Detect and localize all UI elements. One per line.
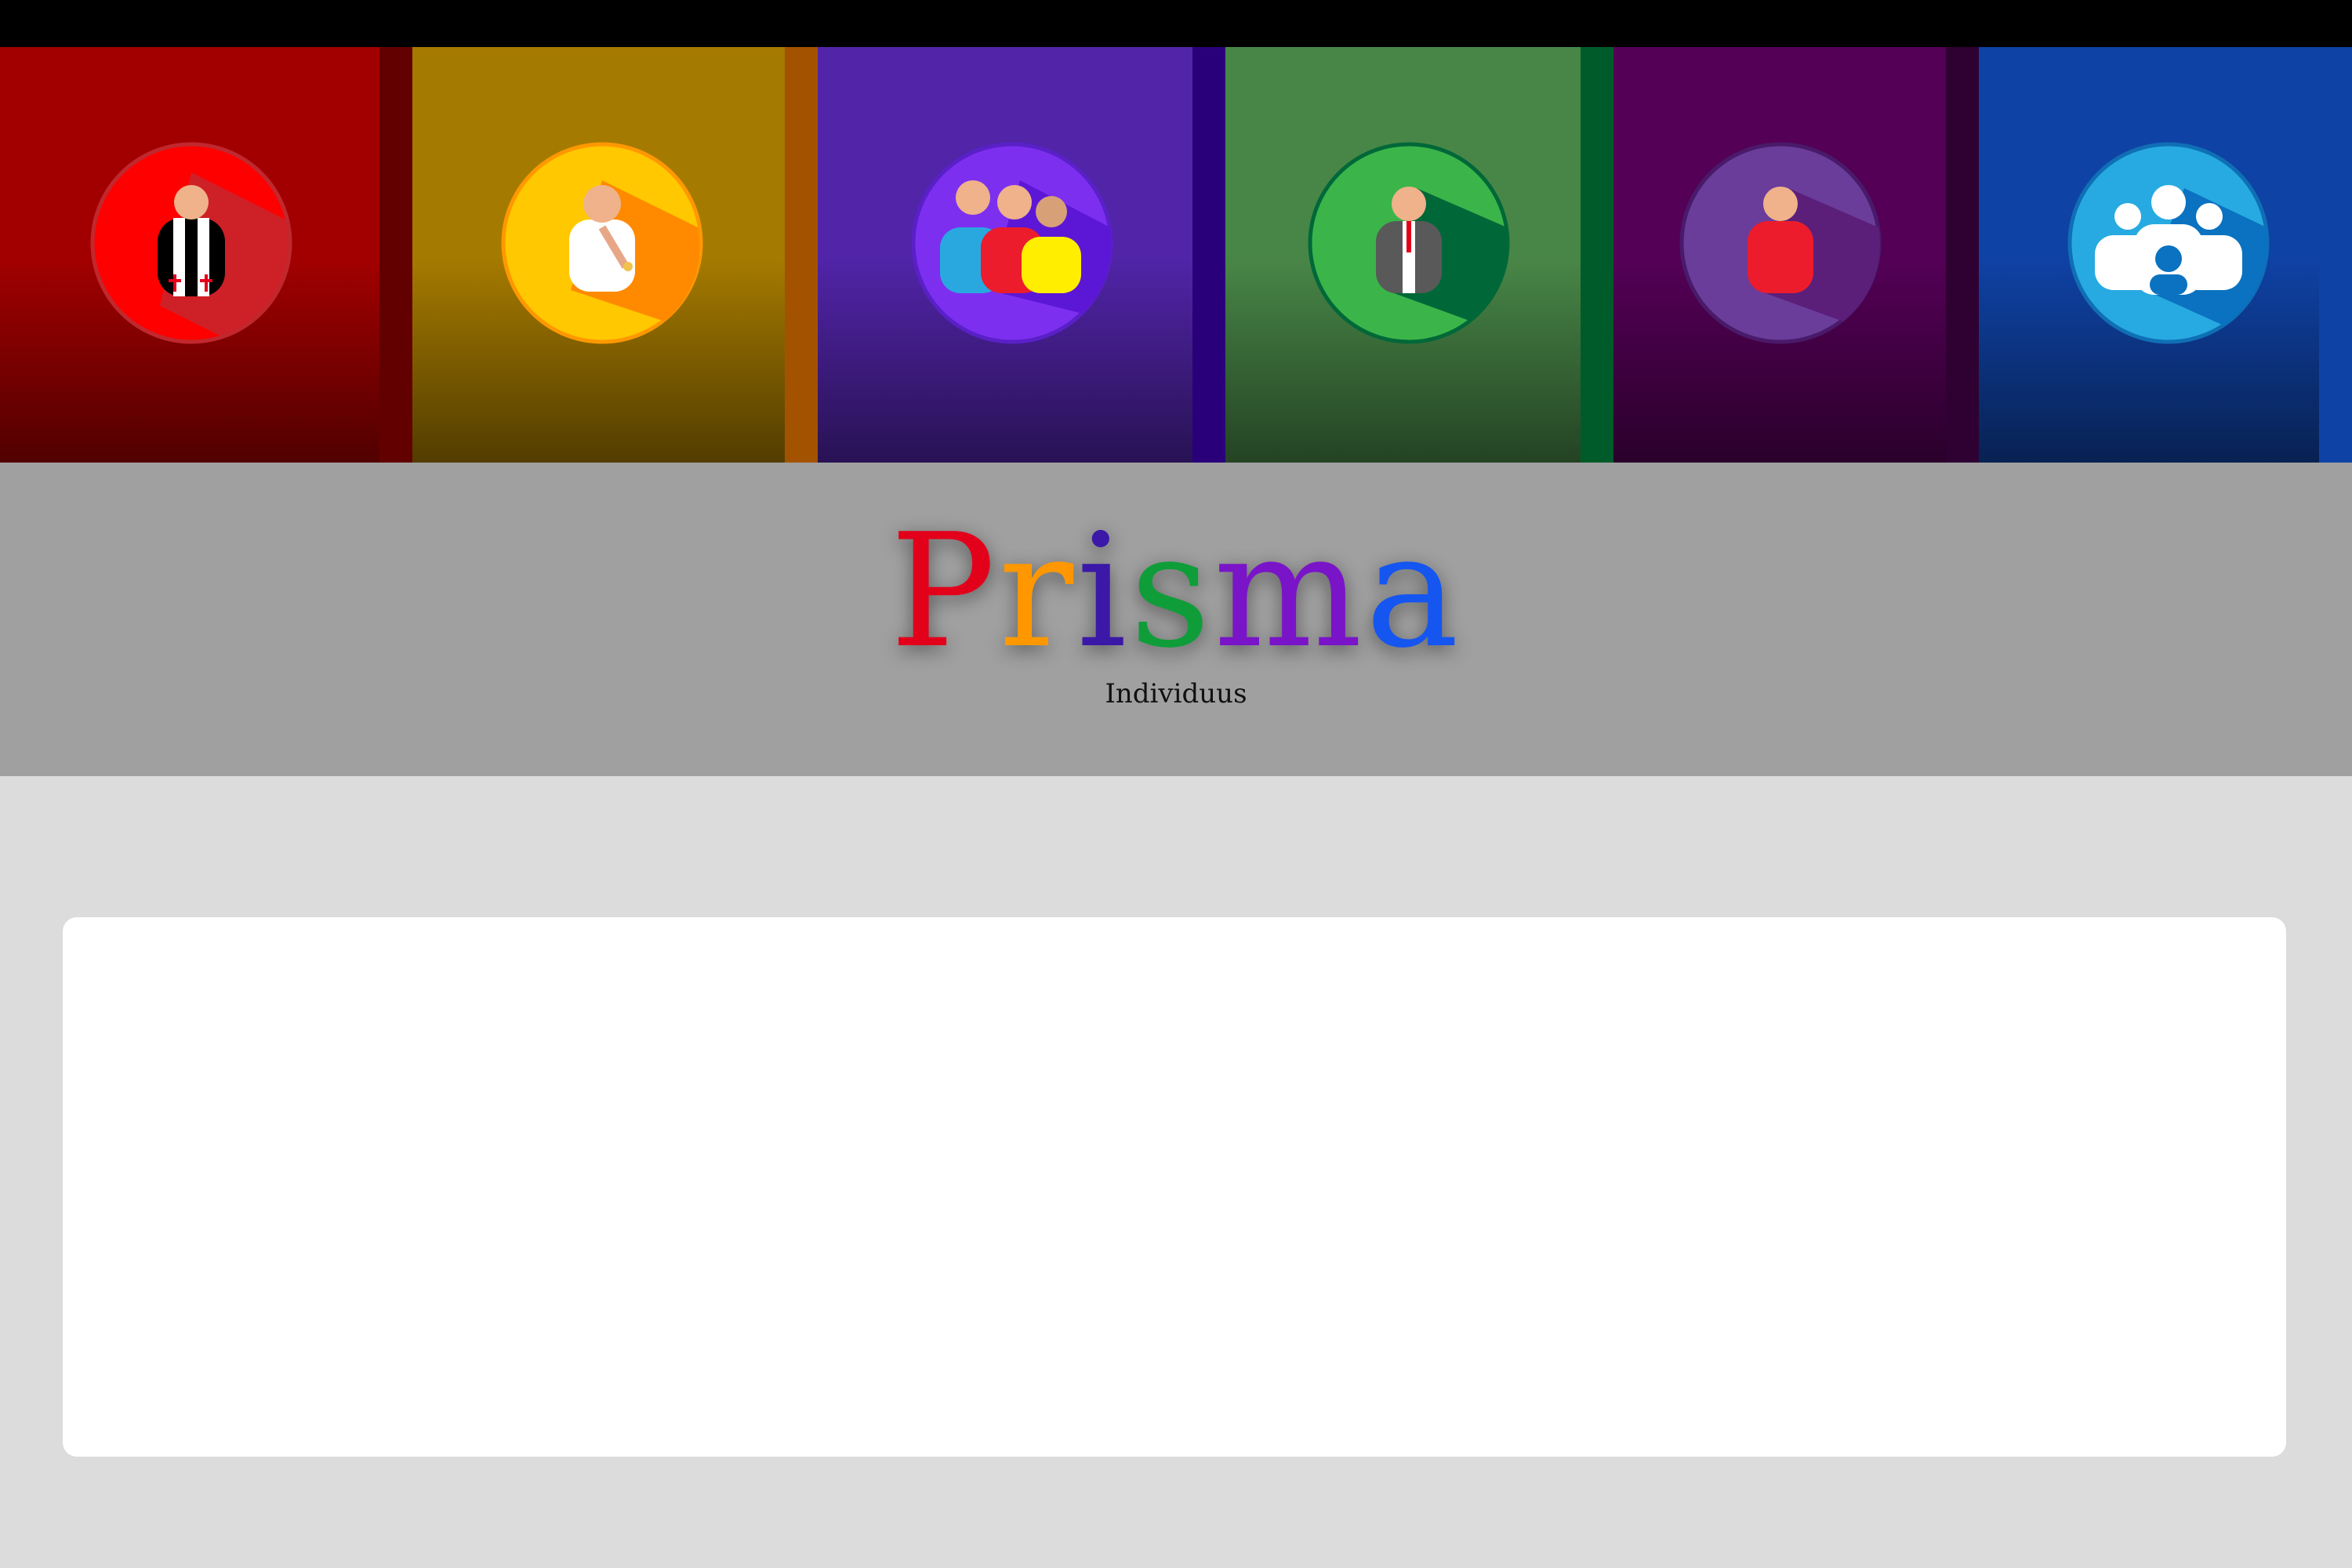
tile-baby[interactable] — [412, 47, 818, 463]
category-strip — [0, 47, 2352, 463]
person-icon — [1679, 142, 1882, 344]
app-title-letter: r — [998, 500, 1077, 683]
tile-person[interactable] — [1613, 47, 1979, 463]
app-title-letter: i — [1076, 500, 1131, 683]
tile-clergy[interactable] — [0, 47, 412, 463]
tile-edge — [379, 47, 412, 463]
baby-icon — [501, 142, 703, 344]
app-title-letter: m — [1213, 500, 1366, 683]
tile-edge — [785, 47, 818, 463]
clergy-person-icon — [90, 142, 292, 344]
top-bar — [0, 0, 2352, 47]
header-section: Prisma Individuus — [0, 463, 2352, 776]
tile-edge — [1946, 47, 1979, 463]
page-subtitle: Individuus — [1105, 678, 1247, 710]
tile-edge — [2319, 47, 2352, 463]
tile-edge — [1192, 47, 1225, 463]
family-icon — [911, 142, 1113, 344]
tile-edge — [1581, 47, 1613, 463]
tile-businessman[interactable] — [1225, 47, 1613, 463]
content-panel — [63, 917, 2286, 1457]
app-title-letter: s — [1130, 500, 1214, 683]
app-title-letter: P — [890, 500, 999, 683]
app-title: Prisma — [0, 506, 2352, 678]
community-icon — [2067, 142, 2270, 344]
businessman-icon — [1308, 142, 1510, 344]
app-title-letter: a — [1365, 500, 1462, 683]
tile-family[interactable] — [818, 47, 1225, 463]
tile-community[interactable] — [1979, 47, 2352, 463]
